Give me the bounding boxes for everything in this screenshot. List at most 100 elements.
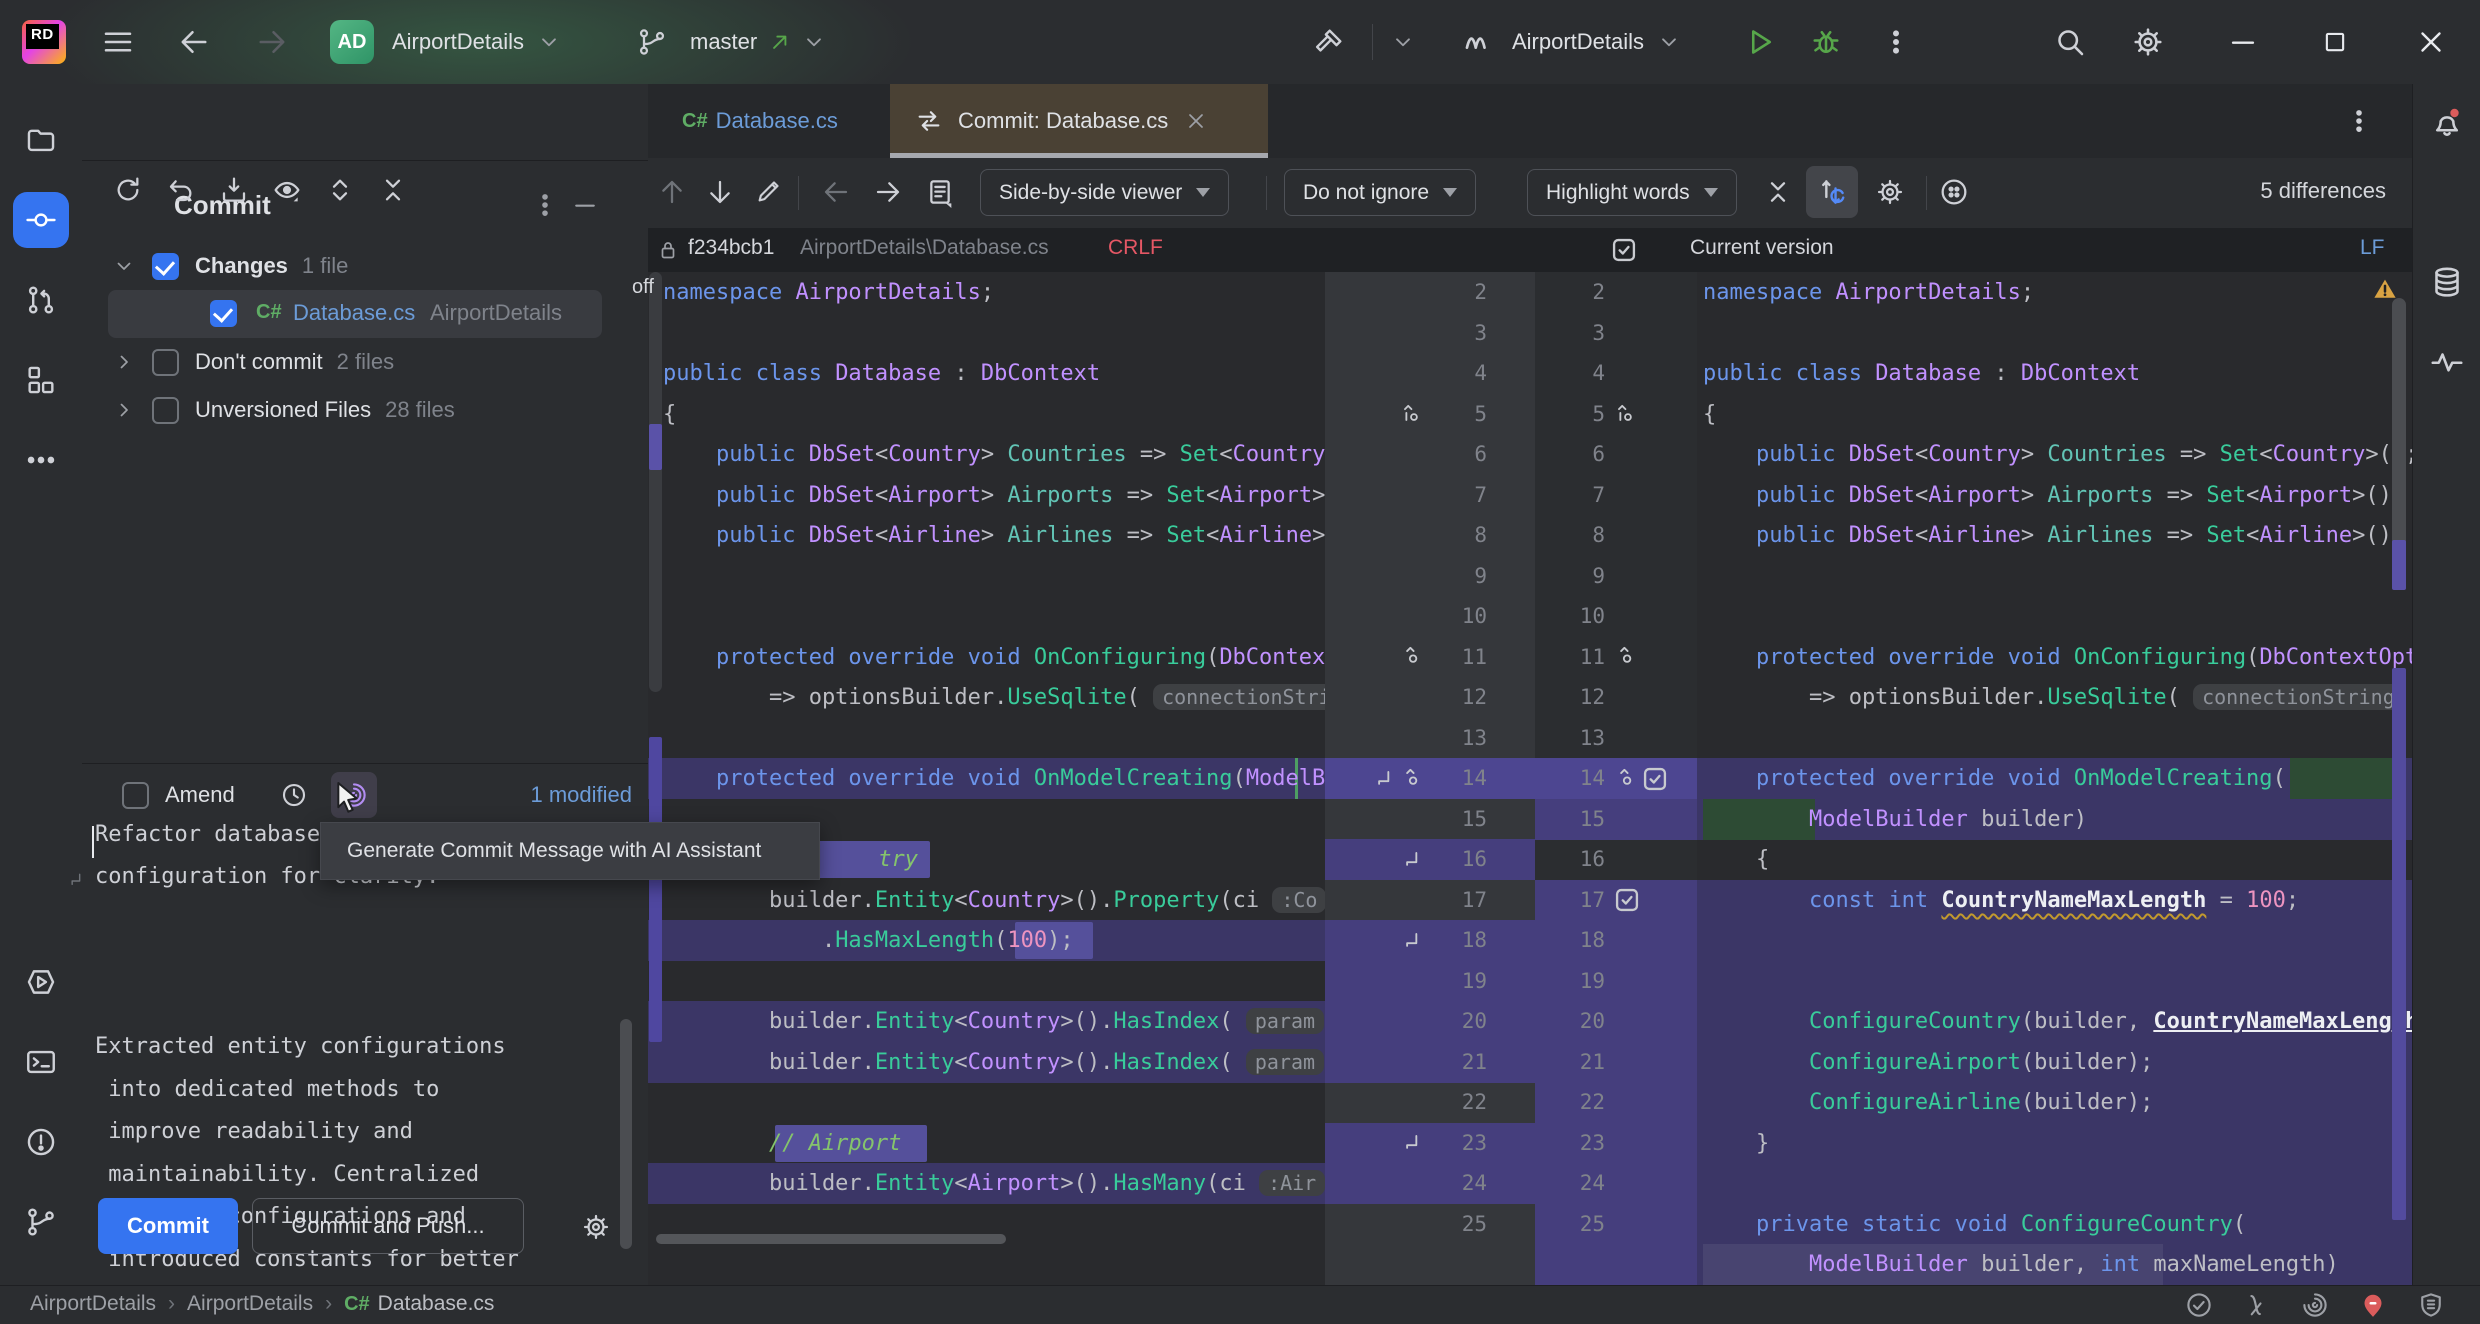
changes-group-row[interactable]: Changes 1 file bbox=[112, 242, 652, 290]
unversioned-checkbox[interactable] bbox=[152, 397, 179, 424]
diff-left-pane[interactable]: namespace AirportDetails;public class Da… bbox=[648, 272, 1325, 1285]
stripe-monitoring-icon[interactable] bbox=[2419, 334, 2475, 390]
include-change-checkbox[interactable] bbox=[1610, 236, 1638, 270]
shelve-icon[interactable] bbox=[212, 168, 256, 212]
security-shield-icon[interactable] bbox=[2416, 1290, 2446, 1320]
stripe-pull-request-icon[interactable] bbox=[13, 272, 69, 328]
modified-count[interactable]: 1 modified bbox=[530, 782, 632, 808]
gutter-row: 2020 bbox=[1325, 1001, 1697, 1042]
changed-files-icon[interactable] bbox=[924, 176, 956, 208]
right-line-ending[interactable]: LF bbox=[2360, 236, 2385, 260]
next-difference-icon[interactable] bbox=[704, 176, 736, 208]
tabs-more-icon[interactable] bbox=[2344, 106, 2374, 136]
divider bbox=[1372, 24, 1373, 60]
warning-icon[interactable] bbox=[2370, 274, 2400, 304]
code-line: => optionsBuilder.UseSqlite( connectionS… bbox=[648, 677, 1325, 718]
tab-close-icon[interactable] bbox=[1184, 109, 1208, 133]
kebab-icon bbox=[1880, 26, 1912, 58]
stripe-more-icon[interactable] bbox=[13, 432, 69, 488]
stripe-database-icon[interactable] bbox=[2419, 254, 2475, 310]
preview-diff-icon[interactable] bbox=[265, 168, 309, 212]
left-line-ending[interactable]: CRLF bbox=[1108, 236, 1163, 260]
amend-checkbox[interactable] bbox=[122, 782, 149, 809]
selected-file-row[interactable]: C# Database.cs AirportDetails bbox=[108, 290, 602, 338]
back-icon[interactable] bbox=[176, 0, 212, 84]
branch-icon[interactable] bbox=[636, 0, 668, 84]
more-actions-icon[interactable] bbox=[1880, 0, 1912, 84]
code-line bbox=[1697, 556, 2412, 597]
changes-checkbox[interactable] bbox=[152, 253, 179, 280]
project-widget[interactable]: AirportDetails bbox=[392, 0, 562, 84]
stripe-ai-assistant-icon[interactable] bbox=[2419, 174, 2475, 230]
stripe-folder-icon[interactable] bbox=[13, 112, 69, 168]
build-icon[interactable] bbox=[1312, 0, 1346, 84]
next-file-icon[interactable] bbox=[872, 176, 904, 208]
dont-commit-group-row[interactable]: Don't commit 2 files bbox=[112, 338, 652, 386]
run-config-widget[interactable]: AirportDetails bbox=[1512, 0, 1682, 84]
commit-options-gear-icon[interactable] bbox=[580, 1211, 612, 1243]
branch-widget[interactable]: master bbox=[690, 0, 827, 84]
file-checkbox[interactable] bbox=[210, 300, 237, 327]
commit-panel-options-icon[interactable] bbox=[530, 190, 560, 225]
edit-source-icon[interactable] bbox=[754, 176, 784, 206]
stripe-notifications-icon[interactable] bbox=[2419, 94, 2475, 150]
diff-more-options-icon[interactable] bbox=[1938, 176, 1970, 208]
refresh-icon[interactable] bbox=[106, 168, 150, 212]
maximize-button[interactable] bbox=[2320, 0, 2350, 84]
collapse-unchanged-icon[interactable] bbox=[1762, 176, 1794, 208]
tab-database-cs[interactable]: C# Database.cs bbox=[648, 84, 872, 158]
stripe-problems-icon[interactable] bbox=[13, 1114, 69, 1170]
line-number-right: 3 bbox=[1543, 313, 1605, 354]
rollback-icon[interactable] bbox=[159, 168, 203, 212]
code-line: ConfigureAirport(builder); bbox=[1697, 1042, 2412, 1083]
settings-icon[interactable] bbox=[2130, 0, 2166, 84]
run-button[interactable] bbox=[1742, 0, 1778, 84]
main-menu-icon[interactable] bbox=[100, 0, 136, 84]
commit-panel-hide-icon[interactable] bbox=[570, 190, 600, 225]
soft-wrap-icon bbox=[1399, 1130, 1425, 1156]
expand-all-icon[interactable] bbox=[318, 168, 362, 212]
whitespace-dropdown[interactable]: Do not ignore bbox=[1284, 169, 1476, 216]
breadcrumb-file[interactable]: Database.cs bbox=[378, 1292, 495, 1316]
include-range-checkbox[interactable] bbox=[1641, 765, 1669, 793]
sync-scroll-toggle[interactable] bbox=[1806, 166, 1858, 218]
include-range-checkbox[interactable] bbox=[1613, 886, 1641, 914]
viewer-mode-dropdown[interactable]: Side-by-side viewer bbox=[980, 169, 1229, 216]
prev-difference-icon[interactable] bbox=[656, 176, 688, 208]
commit-button[interactable]: Commit bbox=[98, 1198, 238, 1254]
swea-error-icon[interactable] bbox=[2358, 1290, 2388, 1320]
code-line: public DbSet<Country> Countries => Set<C… bbox=[1697, 434, 2412, 475]
tab-commit-database-cs[interactable]: Commit: Database.cs bbox=[890, 84, 1268, 158]
debug-button[interactable] bbox=[1808, 0, 1844, 84]
highlighting-icon[interactable] bbox=[2242, 1290, 2272, 1320]
message-scrollbar[interactable] bbox=[620, 1019, 632, 1249]
left-scrollbar[interactable] bbox=[649, 272, 662, 692]
prev-file-icon[interactable] bbox=[820, 176, 852, 208]
minimize-button[interactable] bbox=[2226, 0, 2260, 84]
highlight-dropdown[interactable]: Highlight words bbox=[1527, 169, 1737, 216]
breadcrumb-project[interactable]: AirportDetails bbox=[30, 1292, 156, 1316]
unversioned-group-row[interactable]: Unversioned Files 28 files bbox=[112, 386, 652, 434]
collapse-all-icon[interactable] bbox=[371, 168, 415, 212]
search-icon[interactable] bbox=[2052, 0, 2088, 84]
build-chevron-icon[interactable] bbox=[1390, 0, 1416, 84]
stripe-terminal-icon[interactable] bbox=[13, 1034, 69, 1090]
history-icon[interactable] bbox=[279, 780, 309, 810]
ai-status-icon[interactable] bbox=[2300, 1290, 2330, 1320]
stripe-structure-icon[interactable] bbox=[13, 352, 69, 408]
implemented-icon bbox=[1613, 401, 1639, 427]
dont-commit-checkbox[interactable] bbox=[152, 349, 179, 376]
rider-logo[interactable]: RD bbox=[22, 0, 66, 84]
breadcrumb-folder[interactable]: AirportDetails bbox=[187, 1292, 313, 1316]
stripe-run-icon[interactable] bbox=[13, 954, 69, 1010]
diff-right-pane[interactable]: namespace AirportDetails;public class Da… bbox=[1697, 272, 2412, 1285]
project-icon[interactable]: AD bbox=[330, 0, 374, 84]
diff-settings-gear-icon[interactable] bbox=[1874, 176, 1906, 208]
forward-icon[interactable] bbox=[254, 0, 290, 84]
stripe-git-icon[interactable] bbox=[13, 1194, 69, 1250]
stripe-commit-icon[interactable] bbox=[13, 192, 69, 248]
inspections-ok-icon[interactable] bbox=[2184, 1290, 2214, 1320]
horizontal-scrollbar[interactable] bbox=[656, 1234, 1006, 1244]
commit-and-push-button[interactable]: Commit and Push... bbox=[252, 1198, 524, 1254]
close-button[interactable] bbox=[2414, 0, 2448, 84]
